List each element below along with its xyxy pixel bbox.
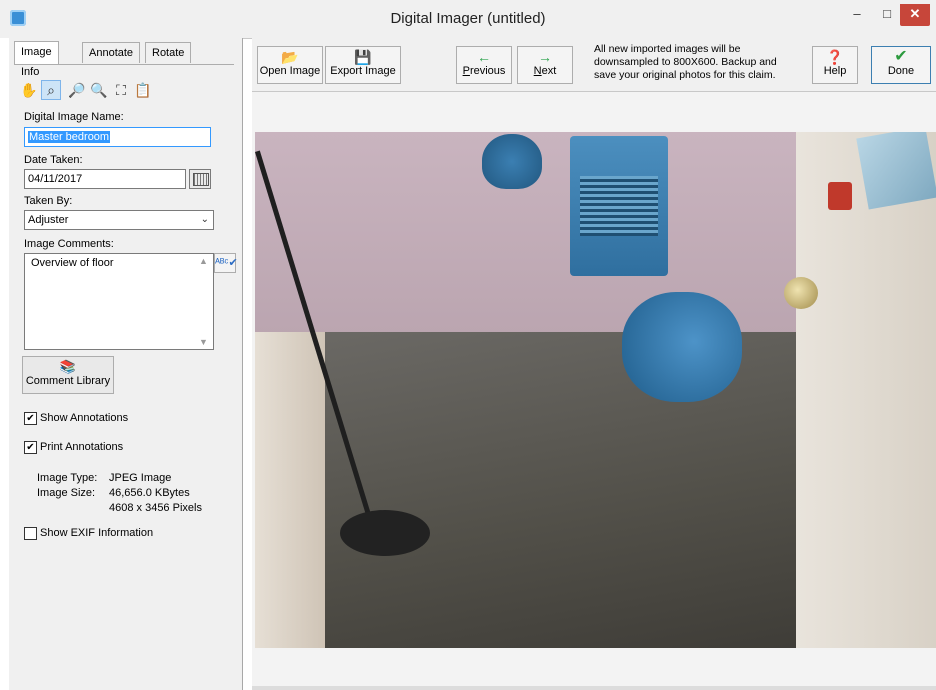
open-image-button[interactable]: 📂 Open Image xyxy=(257,46,323,84)
taken-by-value: Adjuster xyxy=(28,214,69,226)
image-name-value: Master bedroom xyxy=(28,131,111,143)
canvas-bottom-edge xyxy=(252,686,936,690)
image-comments-textarea[interactable]: Overview of floor ▲ ▼ xyxy=(24,253,214,350)
tab-annotate[interactable]: Annotate xyxy=(82,42,141,63)
image-type-label: Image Type: xyxy=(37,472,98,484)
previous-label: Previous xyxy=(462,65,506,77)
photo-poster xyxy=(856,132,936,210)
taken-by-select[interactable]: Adjuster ⌄ xyxy=(24,210,214,230)
downsample-notice: All new imported images will be downsamp… xyxy=(594,43,777,81)
help-label: Help xyxy=(823,65,847,77)
arrow-right-icon: → xyxy=(538,49,552,65)
image-type-value: JPEG Image xyxy=(109,472,172,484)
comments-scrollbar[interactable]: ▲ ▼ xyxy=(196,254,213,349)
folder-open-icon: 📂 xyxy=(281,49,299,65)
photo-air-mover-back xyxy=(482,134,542,189)
scroll-down-icon: ▼ xyxy=(199,337,208,347)
library-icon: 📚 xyxy=(59,359,77,374)
title-bar: Digital Imager (untitled) – □ ✕ xyxy=(0,0,936,39)
open-image-label: Open Image xyxy=(259,65,321,77)
image-pixels-value: 4608 x 3456 Pixels xyxy=(109,502,202,514)
date-taken-label: Date Taken: xyxy=(24,154,83,166)
image-comments-value: Overview of floor xyxy=(31,257,114,269)
comment-library-button[interactable]: 📚 Comment Library xyxy=(22,356,114,394)
scroll-up-icon: ▲ xyxy=(199,256,208,266)
show-exif-checkbox[interactable] xyxy=(24,527,37,540)
room-photo[interactable] xyxy=(255,132,936,648)
minimize-button[interactable]: – xyxy=(842,4,872,26)
export-image-button[interactable]: 💾 Export Image xyxy=(325,46,401,84)
zoom-out-icon[interactable]: 🔍 xyxy=(89,80,109,100)
photo-lamp-base xyxy=(340,510,430,556)
show-annotations-checkbox[interactable]: ✔ xyxy=(24,412,37,425)
photo-dehumidifier-grill xyxy=(580,176,658,236)
image-name-input[interactable]: Master bedroom xyxy=(24,127,211,147)
photo-air-mover-front xyxy=(622,292,742,402)
previous-button[interactable]: ← Previous xyxy=(456,46,512,84)
pan-hand-icon[interactable]: ✋ xyxy=(19,80,39,100)
window-title: Digital Imager (untitled) xyxy=(390,10,546,27)
save-disk-icon: 💾 xyxy=(354,49,372,65)
calendar-icon xyxy=(193,173,209,186)
done-label: Done xyxy=(887,65,915,77)
arrow-left-icon: ← xyxy=(477,49,491,65)
show-exif-label: Show EXIF Information xyxy=(40,527,154,539)
window-left-edge xyxy=(0,38,9,690)
image-size-label: Image Size: xyxy=(37,487,96,499)
chevron-down-icon: ⌄ xyxy=(200,214,209,225)
close-button[interactable]: ✕ xyxy=(900,4,930,26)
taken-by-label: Taken By: xyxy=(24,195,73,207)
export-image-label: Export Image xyxy=(330,65,396,77)
image-comments-label: Image Comments: xyxy=(24,238,114,250)
spell-check-button[interactable]: ᴬᴮᶜ✔ xyxy=(214,253,238,273)
help-icon: ❓ xyxy=(826,49,844,65)
main-toolbar: 📂 Open Image 💾 Export Image ← Previous →… xyxy=(252,38,936,92)
photo-door-frame-left xyxy=(255,332,325,648)
help-button[interactable]: ❓ Help xyxy=(812,46,858,84)
image-info-panel: Image Info Annotate Rotate ✋ ⌕ 🔎 🔍 ⛶ 📋 D… xyxy=(9,38,243,690)
next-button[interactable]: → Next xyxy=(517,46,573,84)
image-size-value: 46,656.0 KBytes xyxy=(109,487,190,499)
print-annotations-checkbox[interactable]: ✔ xyxy=(24,441,37,454)
comment-library-label: Comment Library xyxy=(25,375,111,387)
zoom-select-icon[interactable]: ⌕ xyxy=(41,80,61,100)
maximize-button[interactable]: □ xyxy=(872,4,902,26)
photo-door-right xyxy=(796,132,936,648)
clipboard-icon[interactable]: 📋 xyxy=(133,80,153,100)
fit-to-window-icon[interactable]: ⛶ xyxy=(111,80,131,100)
calendar-button[interactable] xyxy=(189,169,211,189)
tab-image-info[interactable]: Image Info xyxy=(14,41,59,78)
checkmark-icon: ✔ xyxy=(894,48,908,65)
zoom-in-icon[interactable]: 🔎 xyxy=(67,80,87,100)
date-taken-input[interactable]: 04/11/2017 xyxy=(24,169,186,189)
photo-stop-sticker xyxy=(828,182,852,210)
done-button[interactable]: ✔ Done xyxy=(871,46,931,84)
photo-door-knob xyxy=(784,277,818,309)
show-annotations-label: Show Annotations xyxy=(40,412,129,424)
spell-check-icon: ᴬᴮᶜ✔ xyxy=(215,257,238,269)
tab-rotate[interactable]: Rotate xyxy=(145,42,192,63)
next-label: Next xyxy=(533,65,557,77)
image-name-label: Digital Image Name: xyxy=(24,111,124,123)
photo-dehumidifier xyxy=(570,136,668,276)
print-annotations-label: Print Annotations xyxy=(40,441,124,453)
